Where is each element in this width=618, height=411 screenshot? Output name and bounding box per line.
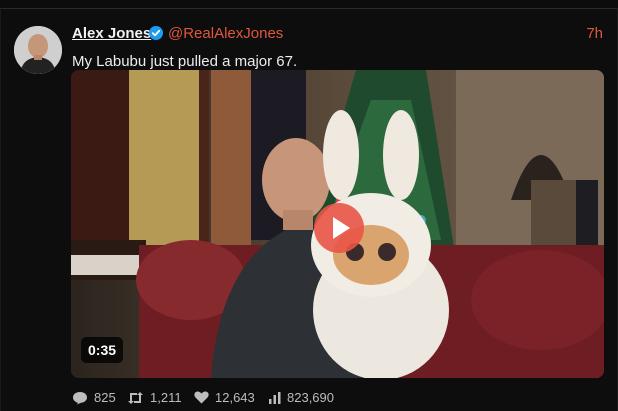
views-stat[interactable]: 823,690 [269, 390, 334, 405]
like-stat[interactable]: 12,643 [194, 390, 255, 405]
tweet-text: My Labubu just pulled a major 67. [72, 53, 298, 70]
tweet-timestamp[interactable]: 7h [586, 25, 603, 42]
verified-badge-icon [149, 26, 163, 40]
tweet-header: Alex Jones @RealAlexJones 7h [72, 25, 603, 45]
views-chart-icon [269, 391, 281, 404]
author-name[interactable]: Alex Jones [72, 25, 151, 42]
reply-stat[interactable]: 825 [72, 390, 116, 405]
video-player[interactable]: 0:35 [71, 70, 604, 378]
reply-count: 825 [94, 390, 116, 405]
retweet-count: 1,211 [150, 390, 182, 405]
heart-icon [194, 391, 209, 404]
like-count: 12,643 [215, 390, 255, 405]
reply-icon [73, 391, 87, 404]
author-handle[interactable]: @RealAlexJones [168, 25, 283, 42]
tweet-stats: 825 1,211 12,643 823,690 [72, 390, 603, 408]
retweet-icon [128, 391, 143, 404]
avatar-image [14, 26, 62, 74]
views-count: 823,690 [287, 390, 334, 405]
video-duration: 0:35 [81, 337, 124, 363]
play-button[interactable] [314, 203, 364, 253]
avatar[interactable] [14, 26, 62, 74]
tweet-card[interactable]: Alex Jones @RealAlexJones 7h My Labubu j… [0, 8, 618, 411]
retweet-stat[interactable]: 1,211 [127, 390, 182, 405]
